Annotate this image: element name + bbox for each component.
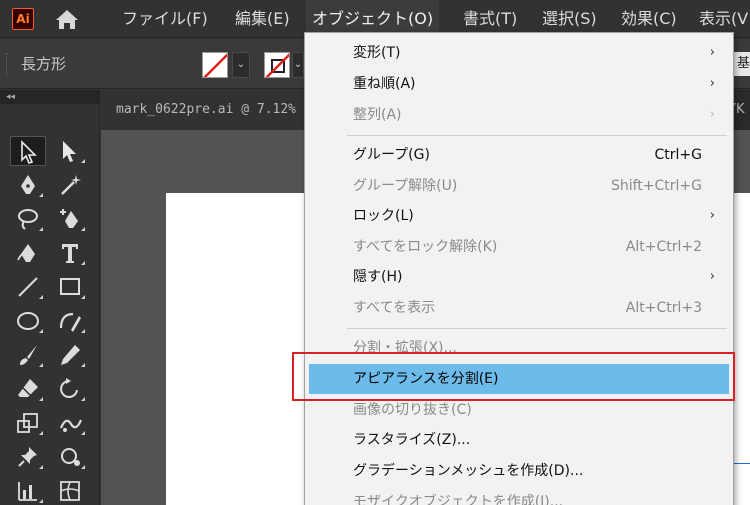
menu-file[interactable]: ファイル(F): [116, 0, 214, 38]
scale-tool-icon[interactable]: [10, 408, 46, 438]
menu-edit[interactable]: 編集(E): [229, 0, 296, 38]
graph-tool-icon[interactable]: [10, 476, 46, 505]
type-tool-icon[interactable]: [52, 238, 88, 268]
lasso-tool-icon[interactable]: [10, 204, 46, 234]
magic-wand-tool-icon[interactable]: [52, 170, 88, 200]
menu-item-group[interactable]: グループ(G) Ctrl+G: [305, 140, 733, 170]
fill-dropdown[interactable]: ⌄: [232, 52, 250, 78]
menu-item-hide[interactable]: 隠す(H) ›: [305, 262, 733, 292]
stroke-swatch[interactable]: [264, 52, 290, 78]
document-tab[interactable]: mark_0622pre.ai @ 7.12% (C: [100, 90, 310, 130]
shaper-tool-icon[interactable]: [52, 306, 88, 336]
submenu-arrow-icon: ›: [709, 76, 715, 91]
menu-item-arrange[interactable]: 重ね順(A) ›: [305, 69, 733, 99]
curvature-tool-icon[interactable]: [10, 238, 46, 268]
ellipse-tool-icon[interactable]: [10, 306, 46, 336]
eraser-tool-icon[interactable]: [10, 374, 46, 404]
rectangle-tool-icon[interactable]: [52, 272, 88, 302]
menu-item-rasterize[interactable]: ラスタライズ(Z)...: [305, 425, 733, 455]
puppet-warp-tool-icon[interactable]: [52, 408, 88, 438]
menu-item-crop-image: 画像の切り抜き(C): [353, 402, 472, 418]
direct-selection-tool-icon[interactable]: [52, 136, 88, 166]
menu-item-transform[interactable]: 変形(T) ›: [305, 38, 733, 68]
tools-panel: ◂◂: [0, 90, 100, 505]
basic-style-chip[interactable]: 基: [732, 52, 750, 76]
menu-item-create-object-mosaic: モザイクオブジェクトを作成(J)...: [353, 494, 564, 505]
menu-item-lock[interactable]: ロック(L) ›: [305, 201, 733, 231]
pencil-tool-icon[interactable]: [52, 340, 88, 370]
tools-collapse-icon[interactable]: ◂◂: [0, 90, 100, 104]
object-menu-dropdown: 変形(T) › 重ね順(A) › 整列(A) › グループ(G) Ctrl+G …: [304, 32, 734, 505]
mesh-tool-icon[interactable]: [52, 476, 88, 505]
menu-item-align: 整列(A) ›: [305, 100, 733, 130]
menu-item-show-all: すべてを表示 Alt+Ctrl+3: [353, 300, 702, 316]
rotate-tool-icon[interactable]: [52, 374, 88, 404]
submenu-arrow-icon: ›: [709, 208, 715, 223]
anchor-point-tool-icon[interactable]: [52, 204, 88, 234]
menu-separator: [347, 328, 727, 329]
submenu-arrow-icon: ›: [709, 269, 715, 284]
pen-tool-icon[interactable]: [10, 170, 46, 200]
menu-item-create-gradient-mesh[interactable]: グラデーションメッシュを作成(D)...: [305, 456, 733, 486]
stroke-dropdown[interactable]: ⌄: [292, 52, 304, 78]
menu-item-expand-appearance[interactable]: アピアランスを分割(E): [309, 364, 729, 394]
selection-tool-icon[interactable]: [10, 136, 46, 166]
symbol-sprayer-tool-icon[interactable]: [52, 442, 88, 472]
shape-type-label: 長方形: [21, 55, 67, 73]
paintbrush-tool-icon[interactable]: [10, 340, 46, 370]
menu-separator: [347, 135, 727, 136]
fill-swatch[interactable]: [202, 52, 228, 78]
submenu-arrow-icon: ›: [709, 45, 715, 60]
menu-item-unlock-all: すべてをロック解除(K) Alt+Ctrl+2: [353, 239, 702, 255]
home-icon[interactable]: [54, 8, 80, 30]
menu-item-expand: 分割・拡張(X)...: [353, 340, 457, 356]
menu-item-ungroup: グループ解除(U) Shift+Ctrl+G: [353, 178, 702, 194]
illustrator-logo: Ai: [12, 8, 34, 30]
line-segment-tool-icon[interactable]: [10, 272, 46, 302]
pin-tool-icon[interactable]: [10, 442, 46, 472]
control-bar-grip[interactable]: [6, 53, 9, 75]
submenu-arrow-icon: ›: [709, 107, 715, 122]
